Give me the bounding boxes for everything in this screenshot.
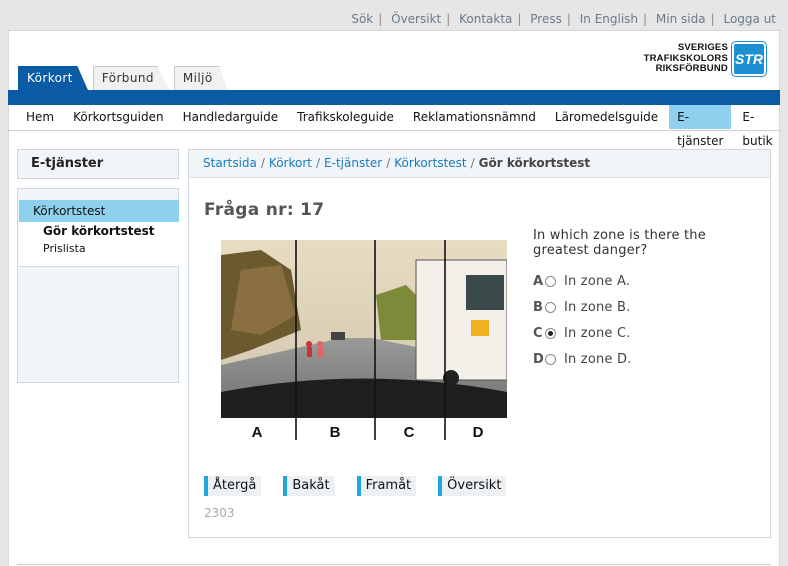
- photo-car: [331, 332, 345, 340]
- top-link-english[interactable]: In English: [580, 12, 638, 26]
- breadcrumb-korkortstest[interactable]: Körkortstest: [394, 156, 466, 170]
- top-links: Sök | Översikt | Kontakta | Press | In Engli…: [351, 12, 776, 26]
- top-link-my-page[interactable]: Min sida: [656, 12, 706, 26]
- nav-e-butik[interactable]: E-butik: [734, 105, 780, 148]
- nav-trafikskoleguide[interactable]: Trafikskoleguide: [289, 105, 402, 129]
- main-nav: Hem Körkortsguiden Handledarguide Trafik…: [8, 105, 780, 148]
- separator: |: [710, 12, 715, 26]
- separator: |: [446, 12, 451, 26]
- sidebar-submenu: Gör körkortstest Prislista: [19, 222, 179, 267]
- photo-bus-sign: [471, 320, 489, 336]
- radio-c[interactable]: [545, 327, 556, 339]
- breadcrumb-e-tjanster[interactable]: E-tjänster: [324, 156, 382, 170]
- separator: |: [378, 12, 383, 26]
- answer-text: In zone D.: [564, 351, 632, 367]
- question-buttons: Återgå Bakåt Framåt Översikt: [204, 476, 528, 496]
- photo-frame-bottom: [221, 418, 507, 440]
- forward-button[interactable]: Framåt: [356, 476, 417, 496]
- top-link-logout[interactable]: Logga ut: [723, 12, 776, 26]
- tab-forbund[interactable]: Förbund: [92, 66, 169, 90]
- photo-bus-window: [466, 275, 504, 310]
- radio-b[interactable]: [545, 301, 556, 313]
- footer-divider: [17, 564, 771, 565]
- answer-c[interactable]: C In zone C.: [533, 320, 632, 346]
- question-text: In which zone is there the greatest dang…: [533, 228, 706, 258]
- nav-e-tjanster[interactable]: E-tjänster: [669, 105, 732, 148]
- logo-badge: STR: [731, 41, 767, 77]
- top-link-press[interactable]: Press: [530, 12, 562, 26]
- logo-text: SVERIGES TRAFIKSKOLORS RIKSFÖRBUND: [644, 43, 728, 75]
- sidebar-title: E-tjänster: [17, 149, 179, 179]
- zone-label-a: A: [252, 424, 263, 440]
- answer-text: In zone C.: [564, 325, 631, 341]
- breadcrumb-korkort[interactable]: Körkort: [269, 156, 312, 170]
- separator: |: [643, 12, 648, 26]
- sidebar-item-prislista[interactable]: Prislista: [43, 242, 86, 255]
- breadcrumb-current: Gör körkortstest: [478, 156, 591, 170]
- nav-reklamationsnamnd[interactable]: Reklamationsnämnd: [405, 105, 544, 129]
- breadcrumb-separator: /: [470, 156, 475, 170]
- radio-a[interactable]: [545, 275, 556, 287]
- answer-letter: D: [533, 351, 544, 367]
- answer-b[interactable]: B In zone B.: [533, 294, 632, 320]
- answer-text: In zone A.: [564, 273, 631, 289]
- sidebar-item-korkortstest[interactable]: Körkortstest: [19, 200, 179, 222]
- photo-child-2: [317, 341, 323, 347]
- zone-label-c: C: [404, 424, 415, 440]
- top-link-search[interactable]: Sök: [351, 12, 373, 26]
- sidebar: Körkortstest Gör körkortstest Prislista: [17, 188, 179, 383]
- photo-child-1-body: [307, 347, 312, 357]
- nav-laromedelsguide[interactable]: Läromedelsguide: [547, 105, 666, 129]
- answer-list: A In zone A. B In zone B. C In zone C. D…: [533, 268, 632, 372]
- photo-child-2-body: [318, 347, 323, 357]
- str-logo[interactable]: SVERIGES TRAFIKSKOLORS RIKSFÖRBUND STR: [644, 41, 767, 77]
- answer-text: In zone B.: [564, 299, 631, 315]
- overview-button[interactable]: Översikt: [438, 476, 507, 496]
- nav-hem[interactable]: Hem: [18, 105, 62, 129]
- breadcrumb-separator: /: [386, 156, 391, 170]
- top-link-overview[interactable]: Översikt: [391, 12, 441, 26]
- nav-handledarguide[interactable]: Handledarguide: [175, 105, 287, 129]
- tab-korkort[interactable]: Körkort: [18, 66, 88, 90]
- question-code: 2303: [204, 506, 235, 520]
- main-tabs: Körkort Förbund Miljö: [18, 66, 233, 90]
- breadcrumb: Startsida / Körkort / E-tjänster / Körkortstes…: [189, 150, 770, 178]
- separator: |: [517, 12, 522, 26]
- breadcrumb-separator: /: [315, 156, 321, 170]
- answer-letter: B: [533, 299, 543, 315]
- photo-child-1: [306, 341, 312, 347]
- main-content: Startsida / Körkort / E-tjänster / Körkortstes…: [188, 149, 771, 538]
- nav-korkortsguiden[interactable]: Körkortsguiden: [65, 105, 171, 129]
- radio-d[interactable]: [545, 353, 556, 365]
- back-button[interactable]: Bakåt: [283, 476, 335, 496]
- answer-letter: A: [533, 273, 544, 289]
- logo-line-3: RIKSFÖRBUND: [655, 63, 728, 75]
- answer-a[interactable]: A In zone A.: [533, 268, 632, 294]
- breadcrumb-startsida[interactable]: Startsida: [203, 156, 257, 170]
- top-link-contact[interactable]: Kontakta: [459, 12, 512, 26]
- breadcrumb-separator: /: [260, 156, 265, 170]
- zone-label-d: D: [473, 424, 484, 440]
- question-title: Fråga nr: 17: [204, 200, 325, 220]
- tab-miljo[interactable]: Miljö: [173, 66, 228, 90]
- answer-letter: C: [533, 325, 543, 341]
- separator: |: [566, 12, 571, 26]
- sidebar-item-gor-korkortstest[interactable]: Gör körkortstest: [43, 224, 154, 238]
- question-image: A B C D: [221, 240, 507, 440]
- zone-label-b: B: [330, 424, 341, 440]
- brand-bar: [8, 90, 780, 105]
- return-button[interactable]: Återgå: [204, 476, 262, 496]
- answer-d[interactable]: D In zone D.: [533, 346, 632, 372]
